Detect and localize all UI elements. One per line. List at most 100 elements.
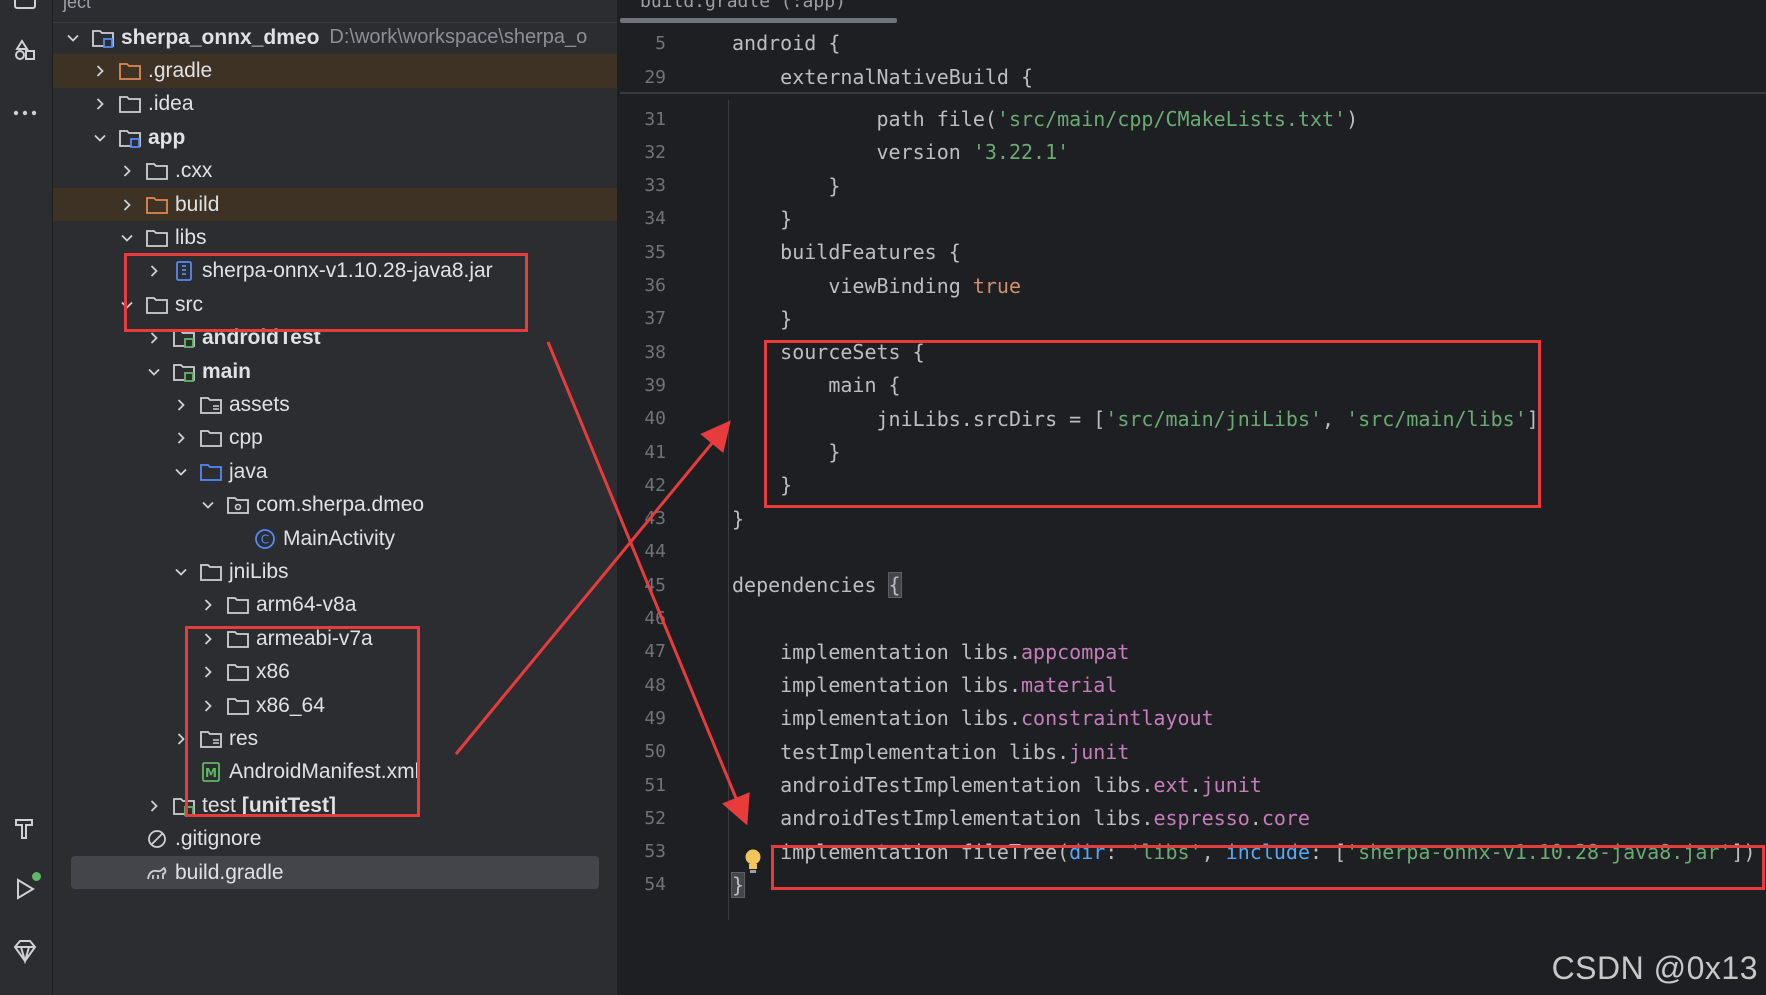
code-line[interactable]: 33 } <box>620 169 1766 203</box>
code-line[interactable]: 44 <box>620 535 1766 569</box>
tree-item-arm64-v8a[interactable]: arm64-v8a <box>53 589 617 622</box>
tree-item-main[interactable]: main <box>53 355 617 388</box>
tree-item-build-gradle[interactable]: build.gradle <box>71 856 599 890</box>
code-line[interactable]: 31 path file('src/main/cpp/CMakeLists.tx… <box>620 102 1766 136</box>
tree-item-cpp[interactable]: cpp <box>53 422 617 455</box>
code-line[interactable]: 46 <box>620 602 1766 636</box>
code-token: 'src/main/jniLibs' <box>1105 406 1323 431</box>
chevron-down-icon[interactable] <box>171 462 191 482</box>
code-line[interactable]: 32 version '3.22.1' <box>620 135 1766 169</box>
chevron-down-icon[interactable] <box>63 28 83 48</box>
code-line[interactable]: 29 externalNativeBuild { <box>620 60 1766 94</box>
run-icon[interactable] <box>4 868 46 910</box>
chevron-down-icon[interactable] <box>198 495 218 515</box>
tree-item-jnilibs[interactable]: jniLibs <box>53 555 617 588</box>
tree-item-idea[interactable]: .idea <box>53 88 617 121</box>
code-editor[interactable]: build.gradle (:app) 5 android {29 externa… <box>620 0 1766 995</box>
chevron-right-icon[interactable] <box>198 629 218 649</box>
code-line[interactable]: 47 implementation libs.appcompat <box>620 635 1766 669</box>
code-line[interactable]: 37 } <box>620 302 1766 336</box>
chevron-right-icon[interactable] <box>198 662 218 682</box>
chevron-right-icon[interactable] <box>90 61 110 81</box>
gem-icon[interactable] <box>4 930 46 972</box>
tree-item-androidmanifest-xml[interactable]: M AndroidManifest.xml <box>53 756 617 789</box>
chevron-right-icon[interactable] <box>144 328 164 348</box>
code-line[interactable]: 54} <box>620 868 1766 902</box>
chevron-right-icon[interactable] <box>171 428 191 448</box>
tree-item-cxx[interactable]: .cxx <box>53 155 617 188</box>
code-line[interactable]: 36 viewBinding true <box>620 269 1766 303</box>
test-folder-icon <box>172 327 196 349</box>
tree-item-libs[interactable]: libs <box>53 221 617 254</box>
chevron-right-icon[interactable] <box>90 94 110 114</box>
chevron-down-icon[interactable] <box>117 295 137 315</box>
chevron-right-icon[interactable] <box>144 796 164 816</box>
chevron-right-icon[interactable] <box>198 696 218 716</box>
tree-item-assets[interactable]: assets <box>53 388 617 421</box>
tree-item-src[interactable]: src <box>53 288 617 321</box>
tree-item-java[interactable]: java <box>53 455 617 488</box>
code-line[interactable]: 48 implementation libs.material <box>620 668 1766 702</box>
tree-item-mainactivity[interactable]: C MainActivity <box>53 522 617 555</box>
structure-tool-icon[interactable] <box>4 30 46 72</box>
chevron-down-icon[interactable] <box>171 562 191 582</box>
code-line[interactable]: 50 testImplementation libs.junit <box>620 735 1766 769</box>
code-line[interactable]: 49 implementation libs.constraintlayout <box>620 701 1766 735</box>
code-text: } <box>732 207 792 231</box>
lightbulb-icon[interactable] <box>743 848 763 880</box>
more-tools-icon[interactable] <box>4 92 46 134</box>
tree-item-build[interactable]: build <box>53 188 617 222</box>
chevron-right-icon[interactable] <box>117 195 137 215</box>
code-line[interactable]: 51 androidTestImplementation libs.ext.ju… <box>620 768 1766 802</box>
code-line[interactable]: 52 androidTestImplementation libs.espres… <box>620 801 1766 835</box>
panel-title: ject <box>63 0 92 12</box>
code-line[interactable]: 5 android { <box>620 26 1766 60</box>
code-line[interactable]: 39 main { <box>620 368 1766 402</box>
jar-icon <box>172 260 196 282</box>
tree-item-x86[interactable]: x86 <box>53 656 617 689</box>
tree-item-sherpa-onnx-dmeo[interactable]: sherpa_onnx_dmeo D:\work\workspace\sherpa… <box>53 21 617 54</box>
code-token: main { <box>732 373 901 398</box>
code-text: androidTestImplementation libs.ext.junit <box>732 773 1262 797</box>
code-line[interactable]: 34 } <box>620 202 1766 236</box>
tree-item-gradle[interactable]: .gradle <box>53 54 617 88</box>
code-line[interactable]: 45 dependencies { <box>620 568 1766 602</box>
tree-item-app[interactable]: app <box>53 121 617 154</box>
chevron-down-icon[interactable] <box>90 128 110 148</box>
project-tool-icon[interactable] <box>4 0 46 20</box>
tree-item-com-sherpa-dmeo[interactable]: com.sherpa.dmeo <box>53 489 617 522</box>
code-line[interactable]: 35 buildFeatures { <box>620 235 1766 269</box>
code-line[interactable]: 43} <box>620 502 1766 536</box>
chevron-down-icon[interactable] <box>144 362 164 382</box>
tree-item-label: jniLibs <box>229 560 289 584</box>
chevron-right-icon[interactable] <box>198 595 218 615</box>
tree-item-x86-64[interactable]: x86_64 <box>53 689 617 722</box>
line-number: 42 <box>644 474 666 496</box>
chevron-right-icon[interactable] <box>171 395 191 415</box>
tree-item-sherpa-onnx-v1-10-28-java8-jar[interactable]: sherpa-onnx-v1.10.28-java8.jar <box>53 255 617 288</box>
tree-item-test[interactable]: test [unitTest] <box>53 789 617 822</box>
tree-item-label: res <box>229 727 259 751</box>
code-line[interactable]: 53 implementation fileTree(dir: 'libs', … <box>620 835 1766 869</box>
chevron-right-icon[interactable] <box>144 261 164 281</box>
line-number: 54 <box>644 874 666 896</box>
tree-item-res[interactable]: res <box>53 722 617 755</box>
chevron-right-icon[interactable] <box>117 161 137 181</box>
line-number: 34 <box>644 208 666 230</box>
code-line[interactable]: 42 } <box>620 468 1766 502</box>
tree-item-armeabi-v7a[interactable]: armeabi-v7a <box>53 622 617 655</box>
tree-item-gitignore[interactable]: .gitignore <box>53 823 617 856</box>
tree-item-label: java <box>229 459 268 483</box>
line-number: 40 <box>644 408 666 430</box>
code-line[interactable]: 40 jniLibs.srcDirs = ['src/main/jniLibs'… <box>620 402 1766 436</box>
code-text: implementation libs.constraintlayout <box>732 706 1213 730</box>
build-hammer-icon[interactable] <box>4 806 46 848</box>
code-line[interactable]: 38 sourceSets { <box>620 335 1766 369</box>
chevron-down-icon[interactable] <box>117 228 137 248</box>
editor-tab-build-gradle[interactable]: build.gradle (:app) <box>640 0 846 12</box>
code-line[interactable]: 41 } <box>620 435 1766 469</box>
line-number: 39 <box>644 374 666 396</box>
tree-item-androidtest[interactable]: androidTest <box>53 322 617 355</box>
chevron-right-icon[interactable] <box>171 729 191 749</box>
